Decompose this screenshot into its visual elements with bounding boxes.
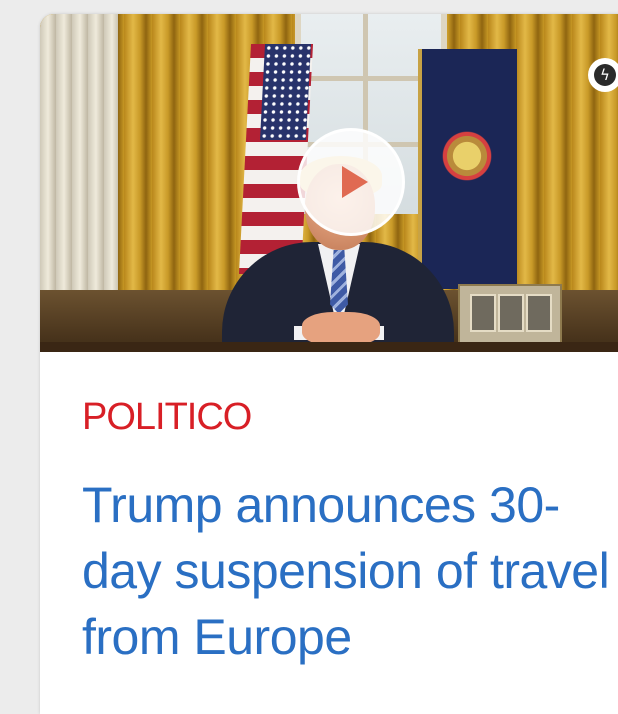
article-headline[interactable]: Trump announces 30-day suspension of tra… xyxy=(82,472,618,670)
play-icon xyxy=(342,166,368,198)
desk xyxy=(40,342,618,352)
article-thumbnail[interactable]: ϟ xyxy=(40,14,618,352)
amp-badge: ϟ xyxy=(588,58,618,92)
play-button[interactable] xyxy=(297,128,405,236)
news-card[interactable]: ϟ POLITICO Trump announces 30-day suspen… xyxy=(40,14,618,714)
article-source: POLITICO xyxy=(82,396,252,438)
lightning-bolt-icon: ϟ xyxy=(594,64,616,86)
photo-frames xyxy=(458,284,562,344)
